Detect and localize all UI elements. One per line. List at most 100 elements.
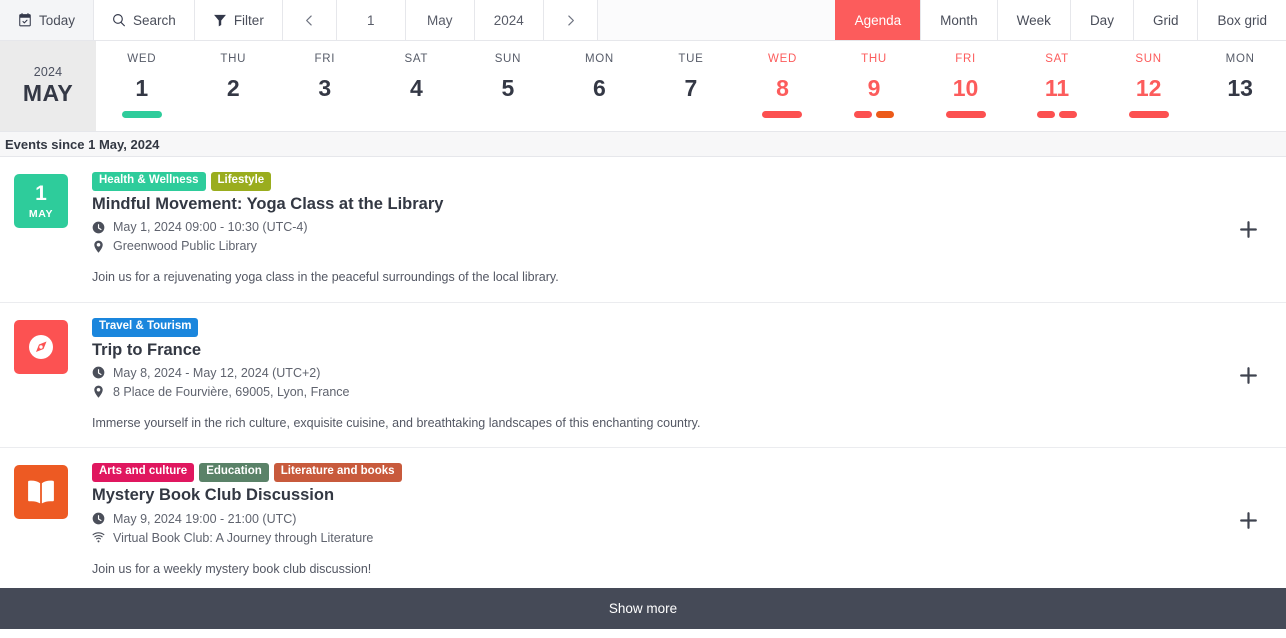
day-number-label: 3 (318, 74, 332, 101)
event-badge-month: MAY (28, 207, 54, 220)
event-description: Immerse yourself in the rich culture, ex… (92, 415, 701, 430)
filter-button[interactable]: Filter (194, 0, 283, 40)
event-indicator-bar (121, 110, 162, 118)
compass-icon (25, 331, 57, 363)
day-of-week-label: THU (861, 53, 887, 65)
event-indicator-bar (854, 110, 873, 118)
view-button-box-grid[interactable]: Box grid (1197, 0, 1286, 40)
day-of-week-label: WED (127, 53, 157, 65)
event-body: Travel & Tourism Trip to France May 8, 202… (68, 317, 1272, 433)
clock-icon (92, 366, 105, 379)
day-event-indicators (1128, 110, 1169, 118)
view-button-month[interactable]: Month (920, 0, 997, 40)
event-card[interactable]: Travel & Tourism Trip to France May 8, 202… (0, 303, 1286, 449)
today-button[interactable]: Today (0, 0, 95, 40)
event-title: Mindful Movement: Yoga Class at the Libr… (92, 194, 444, 213)
day-of-week-label: MON (584, 53, 614, 65)
day-number-label: 8 (776, 74, 789, 101)
show-more-button[interactable]: Show more (0, 588, 1286, 629)
nav-year-selector[interactable]: 2024 (474, 0, 544, 40)
search-label: Search (133, 12, 176, 28)
view-button-week[interactable]: Week (996, 0, 1070, 40)
event-time-row: May 8, 2024 - May 12, 2024 (UTC+2) (92, 366, 1272, 380)
nav-day-value: 1 (367, 12, 375, 28)
event-badge-day: 1 (35, 181, 47, 205)
search-icon (112, 13, 126, 27)
plus-icon (1238, 219, 1259, 240)
day-event-indicators (762, 110, 803, 118)
day-cell-9[interactable]: THU 9 (828, 41, 920, 131)
event-location-row: 8 Place de Fourvière, 69005, Lyon, Franc… (92, 385, 1272, 399)
strip-year: 2024 (33, 65, 63, 79)
day-number-label: 2 (226, 74, 240, 101)
event-indicator-bar (762, 110, 803, 118)
day-number-label: 1 (135, 74, 149, 101)
map-pin-icon (92, 385, 105, 398)
event-tag-list: Arts and culture Education Literature and … (92, 463, 1272, 483)
nav-month-value: May (427, 12, 453, 28)
day-cell-3[interactable]: FRI 3 (279, 41, 371, 131)
day-of-week-label: FRI (955, 53, 976, 65)
view-button-agenda[interactable]: Agenda (834, 0, 921, 40)
day-cell-11[interactable]: SAT 11 (1011, 41, 1103, 131)
day-cell-6[interactable]: MON 6 (554, 41, 646, 131)
prev-period-button[interactable] (282, 0, 337, 40)
day-cell-10[interactable]: FRI 10 (920, 41, 1012, 131)
day-cell-7[interactable]: TUE 7 (645, 41, 737, 131)
event-tag-list: Travel & Tourism (92, 317, 1272, 337)
add-event-button[interactable] (1237, 218, 1259, 240)
nav-day-selector[interactable]: 1 (336, 0, 406, 40)
event-tag[interactable]: Education (199, 463, 269, 483)
event-tag[interactable]: Lifestyle (210, 172, 272, 191)
view-button-day[interactable]: Day (1069, 0, 1133, 40)
event-card[interactable]: Arts and culture Education Literature and … (0, 448, 1286, 588)
event-badge (14, 465, 68, 520)
event-time-row: May 1, 2024 09:00 - 10:30 (UTC-4) (92, 220, 1272, 234)
calendar-check-icon (18, 13, 32, 27)
event-indicator-bar (1037, 110, 1056, 118)
event-description: Join us for a rejuvenating yoga class in… (92, 270, 559, 285)
event-location-text: 8 Place de Fourvière, 69005, Lyon, Franc… (113, 384, 350, 399)
day-cell-2[interactable]: THU 2 (188, 41, 280, 131)
day-number-label: 6 (593, 74, 606, 101)
plus-icon (1238, 510, 1259, 531)
view-button-grid[interactable]: Grid (1132, 0, 1198, 40)
map-pin-icon (92, 240, 105, 253)
day-cells: WED 1 THU 2 FRI 3 SAT 4 SUN 5 MON 6 TUE 7 WED 8 THU 9 FRI 1… (96, 41, 1286, 131)
event-card[interactable]: 1 MAY Health & Wellness Lifestyle Mindful Mo… (0, 157, 1286, 303)
nav-month-selector[interactable]: May (405, 0, 475, 40)
event-location-text: Greenwood Public Library (113, 239, 257, 254)
event-tag[interactable]: Health & Wellness (92, 172, 206, 191)
day-of-week-label: FRI (314, 53, 336, 65)
view-switcher: Agenda Month Week Day Grid Box grid (834, 0, 1286, 40)
clock-icon (92, 512, 105, 525)
day-cell-1[interactable]: WED 1 (96, 41, 188, 131)
event-tag[interactable]: Arts and culture (92, 463, 195, 483)
day-number-label: 7 (684, 74, 698, 101)
search-button[interactable]: Search (94, 0, 195, 40)
day-cell-5[interactable]: SUN 5 (462, 41, 554, 131)
day-of-week-label: SAT (404, 53, 429, 65)
filter-label: Filter (233, 12, 264, 28)
calendar-app: Today Search Filter 1 May 2024 Agenda Mo… (0, 0, 1286, 638)
add-event-button[interactable] (1237, 364, 1259, 386)
day-cell-12[interactable]: SUN 12 (1103, 41, 1195, 131)
day-number-label: 12 (1135, 74, 1162, 101)
event-tag[interactable]: Literature and books (273, 463, 402, 483)
add-event-button[interactable] (1237, 510, 1259, 532)
day-cell-4[interactable]: SAT 4 (371, 41, 463, 131)
day-cell-8[interactable]: WED 8 (737, 41, 829, 131)
event-time-text: May 9, 2024 19:00 - 21:00 (UTC) (113, 511, 297, 526)
next-period-button[interactable] (543, 0, 598, 40)
bottom-spacer (0, 629, 1286, 638)
event-indicator-bar (945, 110, 986, 118)
event-time-text: May 8, 2024 - May 12, 2024 (UTC+2) (113, 365, 321, 380)
event-location-row: Greenwood Public Library (92, 239, 1272, 253)
event-tag-list: Health & Wellness Lifestyle (92, 172, 1272, 191)
chevron-right-icon (564, 14, 577, 27)
day-strip: 2024 MAY WED 1 THU 2 FRI 3 SAT 4 SUN 5 MON 6 TUE 7 WED… (0, 41, 1286, 132)
event-time-text: May 1, 2024 09:00 - 10:30 (UTC-4) (113, 220, 308, 235)
event-tag[interactable]: Travel & Tourism (92, 317, 199, 337)
event-body: Arts and culture Education Literature and … (68, 463, 1272, 578)
day-cell-13[interactable]: MON 13 (1194, 41, 1286, 131)
